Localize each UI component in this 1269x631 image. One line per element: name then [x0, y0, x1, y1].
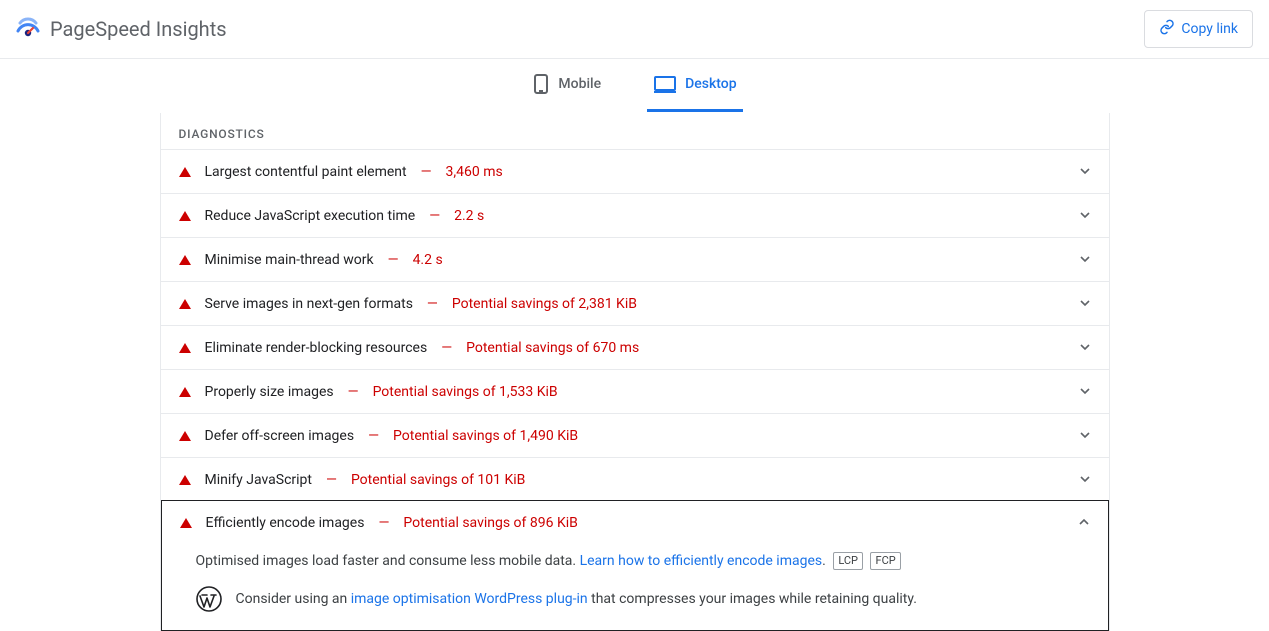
diagnostic-metric: 4.2 s	[413, 252, 443, 268]
app-title: PageSpeed Insights	[50, 17, 227, 41]
diagnostic-metric: Potential savings of 1,490 KiB	[393, 428, 578, 444]
tab-desktop-label: Desktop	[685, 76, 736, 92]
wordpress-suggestion: Consider using an image optimisation Wor…	[196, 586, 1074, 612]
diagnostic-metric: Potential savings of 101 KiB	[351, 472, 525, 488]
mobile-icon	[532, 73, 550, 95]
warning-triangle-icon	[179, 211, 191, 221]
metric-badge: LCP	[833, 552, 863, 570]
device-tabs: Mobile Desktop	[0, 59, 1269, 113]
diagnostic-row[interactable]: Largest contentful paint element — 3,460…	[161, 149, 1109, 193]
tab-desktop[interactable]: Desktop	[647, 59, 742, 112]
warning-triangle-icon	[179, 299, 191, 309]
diagnostic-title: Defer off-screen images	[205, 428, 355, 444]
diagnostic-metric: Potential savings of 896 KiB	[403, 515, 577, 531]
diagnostic-title: Properly size images	[205, 384, 334, 400]
copy-link-button[interactable]: Copy link	[1144, 10, 1253, 48]
wordpress-icon	[196, 586, 222, 612]
diagnostic-row[interactable]: Defer off-screen images — Potential savi…	[161, 413, 1109, 457]
copy-link-label: Copy link	[1181, 21, 1238, 37]
diagnostic-title: Reduce JavaScript execution time	[205, 208, 416, 224]
chevron-up-icon	[1078, 513, 1090, 532]
warning-triangle-icon	[179, 387, 191, 397]
diagnostic-row[interactable]: Serve images in next-gen formats — Poten…	[161, 281, 1109, 325]
diagnostic-expanded: Efficiently encode images — Potential sa…	[161, 500, 1109, 631]
diagnostic-metric: Potential savings of 670 ms	[466, 340, 639, 356]
diagnostic-metric: 3,460 ms	[446, 164, 503, 180]
chevron-down-icon	[1079, 250, 1091, 269]
chevron-down-icon	[1079, 162, 1091, 181]
diagnostic-title: Efficiently encode images	[206, 515, 365, 531]
diagnostic-title: Largest contentful paint element	[205, 164, 407, 180]
diagnostic-row[interactable]: Properly size images — Potential savings…	[161, 369, 1109, 413]
topbar: PageSpeed Insights Copy link	[0, 0, 1269, 59]
wp-lead: Consider using an	[236, 591, 351, 607]
warning-triangle-icon	[179, 167, 191, 177]
chevron-down-icon	[1079, 206, 1091, 225]
diagnostic-row[interactable]: Minimise main-thread work — 4.2 s	[161, 237, 1109, 281]
diagnostic-row[interactable]: Reduce JavaScript execution time — 2.2 s	[161, 193, 1109, 237]
diagnostic-row[interactable]: Eliminate render-blocking resources — Po…	[161, 325, 1109, 369]
topbar-left: PageSpeed Insights	[16, 17, 227, 41]
chevron-down-icon	[1079, 294, 1091, 313]
wp-tail: that compresses your images while retain…	[588, 591, 917, 607]
diagnostic-metric: 2.2 s	[454, 208, 484, 224]
diagnostic-row[interactable]: Efficiently encode images — Potential sa…	[162, 501, 1108, 544]
metric-badge: FCP	[870, 552, 900, 570]
body-lead: Optimised images load faster and consume…	[196, 553, 580, 569]
diagnostic-title: Minimise main-thread work	[205, 252, 374, 268]
diagnostic-metric: Potential savings of 1,533 KiB	[373, 384, 558, 400]
warning-triangle-icon	[179, 431, 191, 441]
wp-plugin-link[interactable]: image optimisation WordPress plug-in	[351, 591, 588, 607]
diagnostic-title: Serve images in next-gen formats	[205, 296, 413, 312]
diagnostic-title: Minify JavaScript	[205, 472, 313, 488]
tab-mobile-label: Mobile	[558, 76, 601, 92]
pagespeed-logo-icon	[16, 17, 40, 41]
diagnostic-row[interactable]: Minify JavaScript — Potential savings of…	[161, 457, 1109, 501]
warning-triangle-icon	[180, 518, 192, 528]
link-icon	[1159, 19, 1175, 39]
desktop-icon	[653, 74, 677, 94]
learn-more-link[interactable]: Learn how to efficiently encode images	[580, 553, 823, 569]
chevron-down-icon	[1079, 426, 1091, 445]
chevron-down-icon	[1079, 470, 1091, 489]
tab-mobile[interactable]: Mobile	[526, 59, 607, 112]
diagnostic-title: Eliminate render-blocking resources	[205, 340, 428, 356]
diagnostic-body: Optimised images load faster and consume…	[162, 544, 1108, 630]
diagnostics-container: DIAGNOSTICS Largest contentful paint ele…	[160, 113, 1110, 631]
warning-triangle-icon	[179, 343, 191, 353]
chevron-down-icon	[1079, 338, 1091, 357]
diagnostics-header: DIAGNOSTICS	[161, 113, 1109, 149]
warning-triangle-icon	[179, 255, 191, 265]
warning-triangle-icon	[179, 475, 191, 485]
chevron-down-icon	[1079, 382, 1091, 401]
diagnostic-metric: Potential savings of 2,381 KiB	[452, 296, 637, 312]
